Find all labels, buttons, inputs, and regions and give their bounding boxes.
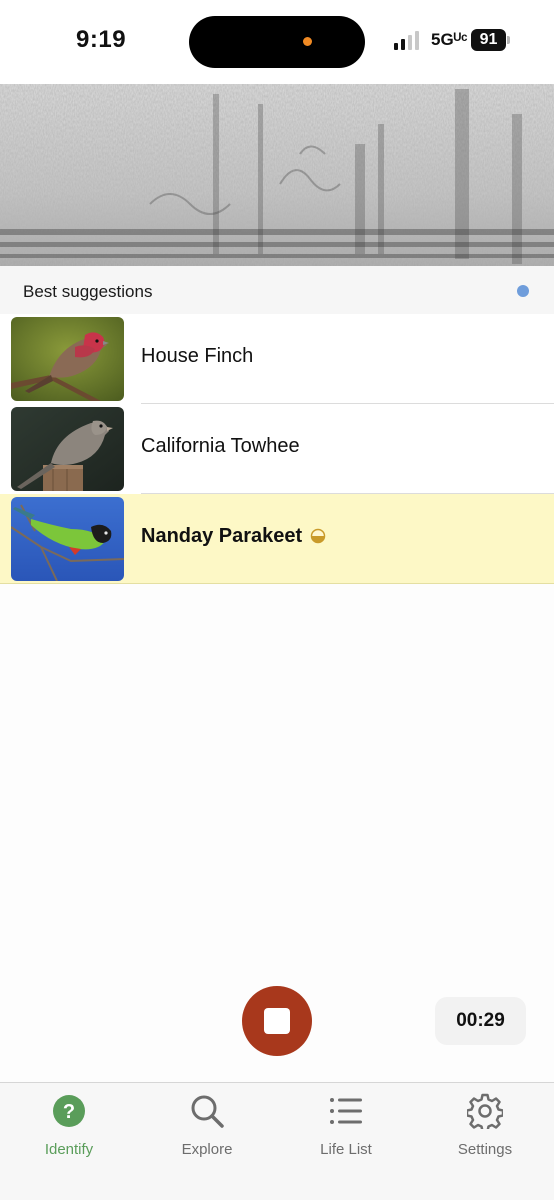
nanday-parakeet-photo xyxy=(11,497,124,581)
tab-life-list[interactable]: Life List xyxy=(277,1091,415,1161)
bird-name: Nanday Parakeet xyxy=(141,525,303,547)
tab-settings[interactable]: Settings xyxy=(416,1091,554,1161)
question-circle-icon: ? xyxy=(53,1095,85,1127)
tab-label: Life List xyxy=(320,1141,372,1158)
stop-recording-button[interactable] xyxy=(242,986,312,1056)
status-dot-icon xyxy=(517,285,529,297)
status-bar: 9:19 5Gᵁᶜ 91 xyxy=(0,0,554,84)
suggestion-list: House Finch California Towhee Nanday Par… xyxy=(0,314,554,584)
microphone-indicator-icon xyxy=(303,37,312,46)
tab-bar: ? Identify Explore Life List Settings xyxy=(0,1082,554,1200)
search-icon xyxy=(191,1095,224,1128)
cellular-signal-icon xyxy=(394,30,419,50)
tab-label: Explore xyxy=(181,1141,233,1158)
battery-cap-icon xyxy=(507,36,510,44)
tab-label: Identify xyxy=(44,1141,94,1158)
dynamic-island xyxy=(189,16,365,68)
tab-explore[interactable]: Explore xyxy=(138,1091,276,1161)
svg-text:?: ? xyxy=(63,1101,75,1123)
suggestion-row-house-finch[interactable]: House Finch xyxy=(0,314,554,404)
suggestion-row-california-towhee[interactable]: California Towhee xyxy=(0,404,554,494)
row-divider xyxy=(0,583,554,584)
suggestion-row-nanday-parakeet[interactable]: Nanday Parakeet xyxy=(0,494,554,584)
suggestions-header: Best suggestions xyxy=(0,266,554,314)
gear-icon xyxy=(467,1093,503,1129)
half-circle-icon xyxy=(310,528,326,544)
california-towhee-photo xyxy=(11,407,124,491)
network-type: 5Gᵁᶜ xyxy=(431,30,468,49)
tab-identify[interactable]: ? Identify xyxy=(0,1091,138,1161)
spectrogram xyxy=(0,84,554,266)
bird-name: House Finch xyxy=(141,345,254,367)
battery-indicator: 91 xyxy=(471,29,506,51)
stop-icon xyxy=(264,1008,290,1034)
house-finch-photo xyxy=(11,317,124,401)
recording-timer: 00:29 xyxy=(435,997,526,1045)
bird-name: California Towhee xyxy=(141,435,300,457)
tab-label: Settings xyxy=(457,1141,513,1158)
list-icon xyxy=(330,1098,362,1124)
suggestions-title: Best suggestions xyxy=(23,282,153,301)
status-time: 9:19 xyxy=(76,26,127,53)
